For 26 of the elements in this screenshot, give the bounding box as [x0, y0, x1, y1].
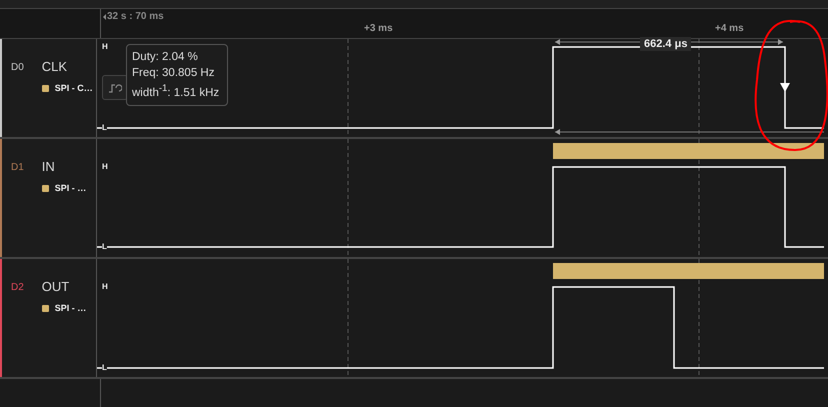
edge-nav-button[interactable]	[102, 75, 128, 100]
analyzer-label[interactable]: SPI - C…	[54, 83, 93, 93]
tooltip-line: width$^{-1}$: 1.51 kHz	[132, 83, 220, 99]
tooltip-line: Freq: 30.805 Hz	[132, 67, 216, 79]
channel-id: D1	[11, 162, 24, 175]
low-level-label: L	[102, 123, 107, 132]
low-level-label: L	[102, 363, 107, 372]
analyzer-label[interactable]: SPI - …	[54, 183, 86, 193]
tooltip-line: Duty: 2.04 %	[132, 51, 199, 63]
high-level-label: H	[102, 282, 108, 291]
high-level-label: H	[102, 162, 108, 171]
channel-name: OUT	[42, 279, 70, 294]
edge-icon	[108, 82, 122, 94]
channel-id: D2	[11, 282, 24, 295]
pulse-width-label: 662.4 μs	[640, 37, 692, 51]
decoder-bar[interactable]	[553, 143, 824, 159]
channel-name: IN	[42, 159, 56, 174]
decoder-bar[interactable]	[553, 263, 824, 279]
time-tick-label: +4 ms	[715, 23, 744, 34]
channel-name: CLK	[42, 59, 68, 74]
analyzer-label[interactable]: SPI - …	[54, 303, 86, 313]
time-offset-label: 32 s : 70 ms	[103, 11, 164, 22]
high-level-label: H	[102, 42, 108, 51]
low-level-label: L	[102, 242, 107, 251]
time-tick-label: +3 ms	[364, 23, 393, 34]
channel-id: D0	[11, 62, 24, 75]
